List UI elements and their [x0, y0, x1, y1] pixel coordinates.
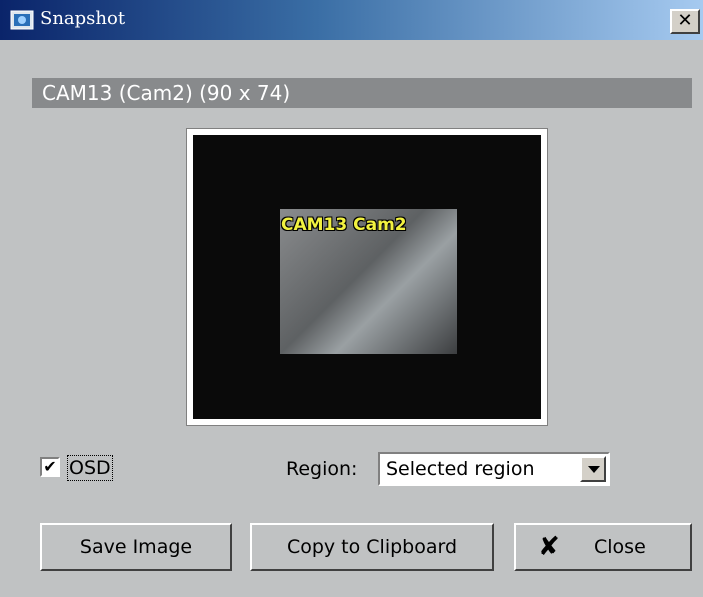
- region-select[interactable]: Selected region: [378, 452, 610, 486]
- close-x-icon: ✘: [538, 532, 560, 562]
- region-select-value: Selected region: [386, 458, 535, 480]
- save-image-button[interactable]: Save Image: [40, 523, 232, 571]
- osd-label[interactable]: OSD: [67, 455, 113, 481]
- title-bar[interactable]: Snapshot ✕: [0, 0, 703, 40]
- chevron-down-icon[interactable]: [580, 456, 606, 482]
- close-icon[interactable]: ✕: [670, 9, 700, 34]
- snapshot-preview: CAM13 Cam2: [193, 135, 541, 419]
- region-label: Region:: [286, 458, 358, 480]
- camera-header: CAM13 (Cam2) (90 x 74): [32, 78, 692, 108]
- copy-to-clipboard-button[interactable]: Copy to Clipboard: [250, 523, 494, 571]
- window-title: Snapshot: [40, 8, 126, 29]
- osd-overlay-text: CAM13 Cam2: [281, 215, 407, 235]
- close-button[interactable]: ✘ Close: [514, 523, 692, 571]
- snapshot-preview-frame: CAM13 Cam2: [186, 128, 548, 426]
- camera-snapshot-icon: [10, 10, 34, 30]
- close-button-label: Close: [594, 536, 646, 558]
- snapshot-window: Snapshot ✕ CAM13 (Cam2) (90 x 74) CAM13 …: [0, 0, 703, 597]
- osd-checkbox[interactable]: ✔: [40, 457, 60, 477]
